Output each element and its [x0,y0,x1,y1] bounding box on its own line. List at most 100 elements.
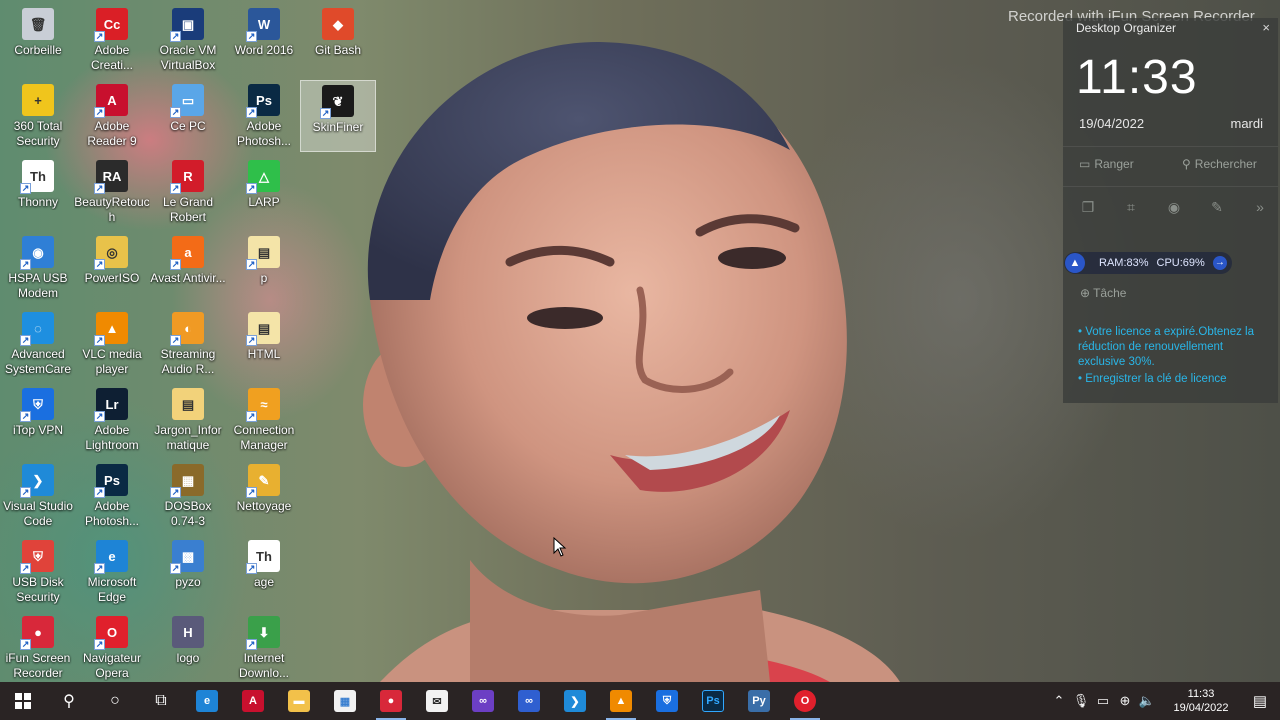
taskbar-visual-studio[interactable]: ∞ [460,682,506,720]
desktop-icon[interactable]: ● ↗ iFun Screen Recorder [0,612,76,684]
edit-icon[interactable]: ✎ [1208,199,1226,216]
desktop-icon[interactable]: Lr ↗ Adobe Lightroom [74,384,150,456]
task-label: Tâche [1093,286,1127,300]
app-glyph-icon: ◎ [106,244,118,260]
desktop-icon[interactable]: ◌ ↗ Advanced SystemCare [0,308,76,380]
app-icon: ▦ ↗ [170,464,204,498]
taskbar-vscode[interactable]: ❯ [552,682,598,720]
desktop-icon[interactable]: ▦ ↗ DOSBox 0.74-3 [150,460,226,532]
desktop-icon[interactable]: ▣ ↗ Oracle VM VirtualBox [150,4,226,76]
desktop-icon[interactable]: ▭ ↗ Ce PC [150,80,226,152]
desktop-icon[interactable]: Ps ↗ Adobe Photosh... [74,460,150,532]
license-expired-link[interactable]: • Votre licence a expiré.Obtenez la rédu… [1078,325,1268,370]
app-glyph-icon: ✎ [258,472,270,488]
desktop-icon[interactable]: ▩ ↗ pyzo [150,536,226,608]
taskbar-search-button[interactable]: ⚲ [46,682,92,720]
desktop-icon[interactable]: Hlogo [150,612,226,684]
desktop-icon[interactable]: a ↗ Avast Antivir... [150,232,226,304]
notification-center-icon[interactable]: ▤ [1240,692,1280,710]
desktop-icon[interactable]: ◉ ↗ HSPA USB Modem [0,232,76,304]
speaker-icon[interactable]: 🔈 [1136,693,1158,709]
organizer-close-button[interactable]: × [1262,20,1270,35]
desktop-icon[interactable]: Th ↗ age [226,536,302,608]
desktop-icon[interactable]: Th ↗ Thonny [0,156,76,228]
desktop-icon-label: Corbeille [14,43,62,57]
taskbar-visual-studio-blue[interactable]: ∞ [506,682,552,720]
copy-icon[interactable]: ❐ [1079,199,1097,216]
taskbar-edge[interactable]: e [184,682,230,720]
monitor-icon: ▭ [1079,157,1091,171]
desktop-icon[interactable]: +360 Total Security [0,80,76,152]
microphone-icon[interactable]: 🎙 [1070,693,1092,709]
desktop-icon[interactable]: ✎ ↗ Nettoyage [226,460,302,532]
desktop-icon[interactable]: R ↗ Le Grand Robert [150,156,226,228]
system-stats-pill[interactable]: ▲ RAM:83% CPU:69% → [1064,252,1232,274]
taskbar-clock[interactable]: 11:33 19/04/2022 [1162,687,1240,715]
vlc-cone-icon: ▲ [610,690,632,712]
desktop-icon[interactable]: 🗑 Corbeille [0,4,76,76]
taskbar-acrobat[interactable]: A [230,682,276,720]
network-globe-icon[interactable]: ⊕ [1114,693,1136,709]
taskbar-opera[interactable]: O [782,682,828,720]
battery-icon[interactable]: ▭ [1092,693,1114,709]
cortana-button[interactable]: ○ [92,682,138,720]
app-icon: Lr ↗ [94,388,128,422]
crop-icon[interactable]: ⌗ [1122,199,1140,216]
desktop-icon[interactable]: ◎ ↗ PowerISO [74,232,150,304]
taskbar-file-explorer[interactable]: ▬ [276,682,322,720]
desktop-icon[interactable]: O ↗ Navigateur Opera [74,612,150,684]
start-button[interactable] [0,682,46,720]
organizer-arrange-button[interactable]: ▭ Ranger [1079,157,1134,171]
desktop-icon[interactable]: ▤ ↗ p [226,232,302,304]
app-glyph-icon: ▲ [105,320,119,336]
desktop-icon[interactable]: ▲ ↗ VLC media player [74,308,150,380]
app-icon: ▭ ↗ [170,84,204,118]
desktop-icon[interactable]: e ↗ Microsoft Edge [74,536,150,608]
desktop-icon[interactable]: A ↗ Adobe Reader 9 [74,80,150,152]
desktop-icon-label: LARP [248,195,280,209]
desktop-icon[interactable]: ⛨ ↗ USB Disk Security [0,536,76,608]
app-glyph-icon: + [34,92,42,108]
desktop-icon[interactable]: ◐ ↗ Streaming Audio R... [150,308,226,380]
desktop-icon[interactable]: Ps ↗ Adobe Photosh... [226,80,302,152]
desktop-icon-label: Adobe Reader 9 [87,119,137,148]
app-icon: A ↗ [94,84,128,118]
desktop-icon[interactable]: △ ↗ LARP [226,156,302,228]
register-key-link[interactable]: • Enregistrer la clé de licence [1078,372,1268,387]
taskbar-photoshop[interactable]: Ps [690,682,736,720]
organizer-search-button[interactable]: ⚲ Rechercher [1182,157,1257,171]
desktop-icon[interactable]: ▤ ↗ HTML [226,308,302,380]
app-glyph-icon: ≈ [260,396,268,412]
app-icon: ◐ ↗ [170,312,204,346]
desktop-icon[interactable]: ⛨ ↗ iTop VPN [0,384,76,456]
eye-icon[interactable]: ◉ [1165,199,1183,216]
shortcut-arrow-icon: ↗ [94,487,105,498]
shortcut-arrow-icon: ↗ [170,31,181,42]
taskbar-store[interactable]: ▦ [322,682,368,720]
desktop-icon[interactable]: ≈ ↗ Connection Manager [226,384,302,456]
taskbar-ifun-recorder[interactable]: ● [368,682,414,720]
desktop-icon[interactable]: ❯ ↗ Visual Studio Code [0,460,76,532]
app-glyph-icon: W [257,16,271,32]
desktop-icon[interactable]: W ↗ Word 2016 [226,4,302,76]
desktop-icon[interactable]: RA ↗ BeautyRetouch [74,156,150,228]
taskbar-vpn[interactable]: ⛨ [644,682,690,720]
desktop-icon[interactable]: ❦ ↗ SkinFiner [300,80,376,152]
app-icon: ⬇ ↗ [246,616,280,650]
organizer-task-button[interactable]: ⊕ Tâche [1080,286,1126,300]
shortcut-arrow-icon: ↗ [94,107,105,118]
app-icon: ▩ ↗ [170,540,204,574]
chevron-up-icon[interactable]: ⌃ [1048,693,1070,709]
desktop-icon-label: Internet Downlo... [238,651,290,680]
task-view-button[interactable]: ⧉ [138,682,184,720]
desktop-icon[interactable]: ▤ Jargon_Informatique [150,384,226,456]
double-chevron-icon[interactable]: » [1251,199,1269,216]
app-icon: ▤ ↗ [246,236,280,270]
taskbar-python[interactable]: Py [736,682,782,720]
desktop-icon[interactable]: ◆ Git Bash [300,4,376,76]
desktop-icon[interactable]: ⬇ ↗ Internet Downlo... [226,612,302,684]
desktop-icon[interactable]: Cc ↗ Adobe Creati... [74,4,150,76]
arrow-right-icon[interactable]: → [1212,256,1227,270]
taskbar-vlc[interactable]: ▲ [598,682,644,720]
taskbar-mail[interactable]: ✉ [414,682,460,720]
